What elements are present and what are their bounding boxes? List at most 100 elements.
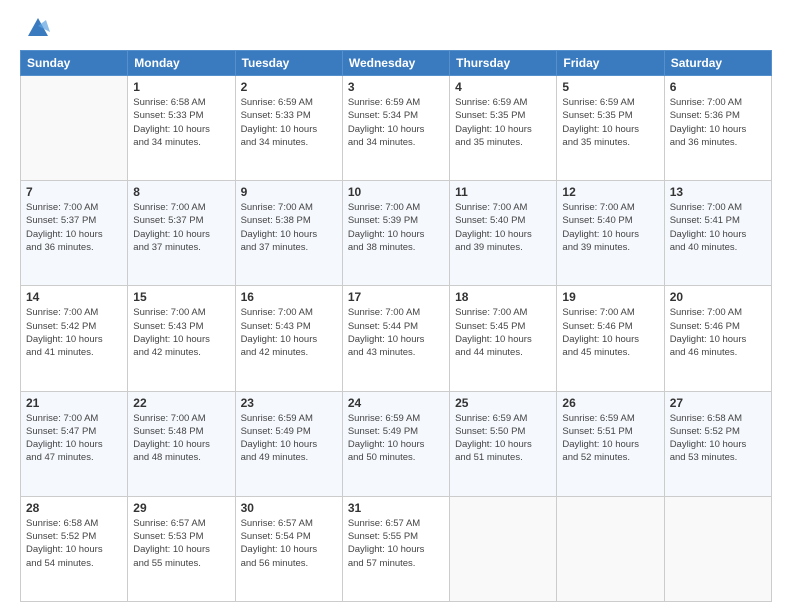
calendar-cell: 31 Sunrise: 6:57 AM Sunset: 5:55 PM Dayli… xyxy=(342,496,449,601)
calendar-table: SundayMondayTuesdayWednesdayThursdayFrid… xyxy=(20,50,772,602)
day-number: 30 xyxy=(241,501,337,515)
day-number: 21 xyxy=(26,396,122,410)
day-info: Sunrise: 6:57 AM Sunset: 5:53 PM Dayligh… xyxy=(133,518,210,569)
day-number: 19 xyxy=(562,290,658,304)
day-info: Sunrise: 7:00 AM Sunset: 5:36 PM Dayligh… xyxy=(670,97,747,148)
day-info: Sunrise: 7:00 AM Sunset: 5:39 PM Dayligh… xyxy=(348,202,425,253)
day-info: Sunrise: 6:58 AM Sunset: 5:52 PM Dayligh… xyxy=(26,518,103,569)
calendar-week-row: 28 Sunrise: 6:58 AM Sunset: 5:52 PM Dayli… xyxy=(21,496,772,601)
calendar-cell xyxy=(557,496,664,601)
day-number: 26 xyxy=(562,396,658,410)
day-info: Sunrise: 7:00 AM Sunset: 5:43 PM Dayligh… xyxy=(241,307,318,358)
calendar-cell xyxy=(21,76,128,181)
day-number: 2 xyxy=(241,80,337,94)
page: SundayMondayTuesdayWednesdayThursdayFrid… xyxy=(0,0,792,612)
day-info: Sunrise: 7:00 AM Sunset: 5:43 PM Dayligh… xyxy=(133,307,210,358)
calendar-cell: 7Sunrise: 7:00 AM Sunset: 5:37 PM Daylig… xyxy=(21,181,128,286)
calendar-cell: 17Sunrise: 7:00 AM Sunset: 5:44 PM Dayli… xyxy=(342,286,449,391)
day-number: 4 xyxy=(455,80,551,94)
calendar-header-thursday: Thursday xyxy=(450,51,557,76)
calendar-cell: 1 Sunrise: 6:58 AM Sunset: 5:33 PM Daylig… xyxy=(128,76,235,181)
day-info: Sunrise: 6:58 AM Sunset: 5:33 PM Dayligh… xyxy=(133,97,210,148)
day-number: 14 xyxy=(26,290,122,304)
day-number: 7 xyxy=(26,185,122,199)
day-number: 25 xyxy=(455,396,551,410)
day-number: 17 xyxy=(348,290,444,304)
day-number: 22 xyxy=(133,396,229,410)
calendar-cell: 3Sunrise: 6:59 AM Sunset: 5:34 PM Daylig… xyxy=(342,76,449,181)
calendar-cell xyxy=(450,496,557,601)
day-info: Sunrise: 6:59 AM Sunset: 5:49 PM Dayligh… xyxy=(241,413,318,464)
day-info: Sunrise: 6:57 AM Sunset: 5:54 PM Dayligh… xyxy=(241,518,318,569)
day-info: Sunrise: 7:00 AM Sunset: 5:38 PM Dayligh… xyxy=(241,202,318,253)
day-info: Sunrise: 6:58 AM Sunset: 5:52 PM Dayligh… xyxy=(670,413,747,464)
day-number: 31 xyxy=(348,501,444,515)
day-info: Sunrise: 7:00 AM Sunset: 5:40 PM Dayligh… xyxy=(562,202,639,253)
day-info: Sunrise: 6:59 AM Sunset: 5:35 PM Dayligh… xyxy=(455,97,532,148)
calendar-header-monday: Monday xyxy=(128,51,235,76)
day-info: Sunrise: 7:00 AM Sunset: 5:37 PM Dayligh… xyxy=(133,202,210,253)
day-number: 28 xyxy=(26,501,122,515)
day-info: Sunrise: 6:59 AM Sunset: 5:35 PM Dayligh… xyxy=(562,97,639,148)
day-info: Sunrise: 6:59 AM Sunset: 5:50 PM Dayligh… xyxy=(455,413,532,464)
calendar-cell: 28 Sunrise: 6:58 AM Sunset: 5:52 PM Dayli… xyxy=(21,496,128,601)
day-number: 13 xyxy=(670,185,766,199)
calendar-cell: 13 Sunrise: 7:00 AM Sunset: 5:41 PM Dayli… xyxy=(664,181,771,286)
calendar-cell: 15 Sunrise: 7:00 AM Sunset: 5:43 PM Dayli… xyxy=(128,286,235,391)
day-number: 5 xyxy=(562,80,658,94)
logo xyxy=(20,16,52,40)
day-number: 16 xyxy=(241,290,337,304)
calendar-cell: 21 Sunrise: 7:00 AM Sunset: 5:47 PM Dayli… xyxy=(21,391,128,496)
calendar-cell: 2 Sunrise: 6:59 AM Sunset: 5:33 PM Daylig… xyxy=(235,76,342,181)
day-info: Sunrise: 6:59 AM Sunset: 5:49 PM Dayligh… xyxy=(348,413,425,464)
calendar-cell: 4 Sunrise: 6:59 AM Sunset: 5:35 PM Daylig… xyxy=(450,76,557,181)
day-number: 29 xyxy=(133,501,229,515)
calendar-cell: 25 Sunrise: 6:59 AM Sunset: 5:50 PM Dayli… xyxy=(450,391,557,496)
calendar-header-row: SundayMondayTuesdayWednesdayThursdayFrid… xyxy=(21,51,772,76)
day-info: Sunrise: 7:00 AM Sunset: 5:41 PM Dayligh… xyxy=(670,202,747,253)
calendar-cell: 29 Sunrise: 6:57 AM Sunset: 5:53 PM Dayli… xyxy=(128,496,235,601)
calendar-cell: 9 Sunrise: 7:00 AM Sunset: 5:38 PM Daylig… xyxy=(235,181,342,286)
calendar-cell: 12Sunrise: 7:00 AM Sunset: 5:40 PM Dayli… xyxy=(557,181,664,286)
calendar-cell: 6 Sunrise: 7:00 AM Sunset: 5:36 PM Daylig… xyxy=(664,76,771,181)
day-number: 24 xyxy=(348,396,444,410)
day-info: Sunrise: 6:59 AM Sunset: 5:33 PM Dayligh… xyxy=(241,97,318,148)
calendar-header-saturday: Saturday xyxy=(664,51,771,76)
logo-icon xyxy=(24,12,52,40)
calendar-cell: 8Sunrise: 7:00 AM Sunset: 5:37 PM Daylig… xyxy=(128,181,235,286)
calendar-header-wednesday: Wednesday xyxy=(342,51,449,76)
header xyxy=(20,16,772,40)
day-info: Sunrise: 6:59 AM Sunset: 5:51 PM Dayligh… xyxy=(562,413,639,464)
day-number: 1 xyxy=(133,80,229,94)
day-info: Sunrise: 7:00 AM Sunset: 5:47 PM Dayligh… xyxy=(26,413,103,464)
calendar-cell: 5 Sunrise: 6:59 AM Sunset: 5:35 PM Daylig… xyxy=(557,76,664,181)
calendar-cell: 30 Sunrise: 6:57 AM Sunset: 5:54 PM Dayli… xyxy=(235,496,342,601)
calendar-cell: 10 Sunrise: 7:00 AM Sunset: 5:39 PM Dayli… xyxy=(342,181,449,286)
calendar-week-row: 1 Sunrise: 6:58 AM Sunset: 5:33 PM Daylig… xyxy=(21,76,772,181)
calendar-cell: 16 Sunrise: 7:00 AM Sunset: 5:43 PM Dayli… xyxy=(235,286,342,391)
day-number: 6 xyxy=(670,80,766,94)
calendar-cell: 26 Sunrise: 6:59 AM Sunset: 5:51 PM Dayli… xyxy=(557,391,664,496)
calendar-cell: 14 Sunrise: 7:00 AM Sunset: 5:42 PM Dayli… xyxy=(21,286,128,391)
day-info: Sunrise: 7:00 AM Sunset: 5:46 PM Dayligh… xyxy=(670,307,747,358)
day-number: 20 xyxy=(670,290,766,304)
day-info: Sunrise: 7:00 AM Sunset: 5:45 PM Dayligh… xyxy=(455,307,532,358)
calendar-cell: 11Sunrise: 7:00 AM Sunset: 5:40 PM Dayli… xyxy=(450,181,557,286)
calendar-header-friday: Friday xyxy=(557,51,664,76)
day-number: 11 xyxy=(455,185,551,199)
day-info: Sunrise: 7:00 AM Sunset: 5:42 PM Dayligh… xyxy=(26,307,103,358)
calendar-cell: 23 Sunrise: 6:59 AM Sunset: 5:49 PM Dayli… xyxy=(235,391,342,496)
day-number: 23 xyxy=(241,396,337,410)
day-info: Sunrise: 7:00 AM Sunset: 5:46 PM Dayligh… xyxy=(562,307,639,358)
day-number: 10 xyxy=(348,185,444,199)
calendar-header-sunday: Sunday xyxy=(21,51,128,76)
day-number: 27 xyxy=(670,396,766,410)
day-info: Sunrise: 6:57 AM Sunset: 5:55 PM Dayligh… xyxy=(348,518,425,569)
calendar-cell: 22 Sunrise: 7:00 AM Sunset: 5:48 PM Dayli… xyxy=(128,391,235,496)
calendar-cell: 27 Sunrise: 6:58 AM Sunset: 5:52 PM Dayli… xyxy=(664,391,771,496)
day-info: Sunrise: 7:00 AM Sunset: 5:48 PM Dayligh… xyxy=(133,413,210,464)
calendar-header-tuesday: Tuesday xyxy=(235,51,342,76)
day-number: 15 xyxy=(133,290,229,304)
day-number: 9 xyxy=(241,185,337,199)
calendar-week-row: 7 Sunrise: 7:00 AM Sunset: 5:37 PM Daylig… xyxy=(21,181,772,286)
